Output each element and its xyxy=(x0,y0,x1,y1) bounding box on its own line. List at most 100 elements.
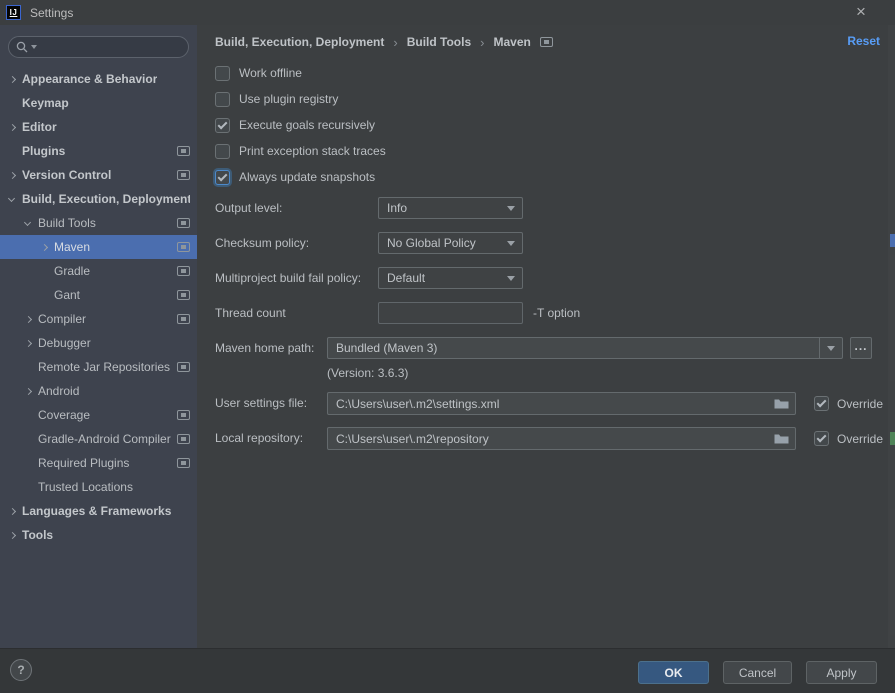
chevron-right-icon[interactable] xyxy=(25,313,38,325)
folder-icon[interactable] xyxy=(774,398,789,409)
checkbox-row-print-exception-stack-traces: Print exception stack traces xyxy=(215,141,386,161)
sidebar-item-remote-jar-repositories[interactable]: Remote Jar Repositories xyxy=(0,355,197,379)
sidebar-item-tools[interactable]: Tools xyxy=(0,523,197,547)
always-update-snapshots-checkbox[interactable] xyxy=(215,170,230,185)
checkbox-label: Print exception stack traces xyxy=(239,144,386,158)
output-level-select[interactable]: Info xyxy=(378,197,523,219)
breadcrumb: Build, Execution, Deployment › Build Too… xyxy=(215,32,553,52)
scrollbar-track[interactable] xyxy=(888,25,895,648)
maven-home-path-row: Maven home path: Bundled (Maven 3) ... xyxy=(197,337,895,360)
checksum-policy-label: Checksum policy: xyxy=(215,232,309,254)
sidebar-item-maven[interactable]: Maven xyxy=(0,235,197,259)
sidebar-item-gant[interactable]: Gant xyxy=(0,283,197,307)
user-settings-file-label: User settings file: xyxy=(215,392,307,414)
sidebar-item-android[interactable]: Android xyxy=(0,379,197,403)
folder-icon[interactable] xyxy=(774,433,789,444)
search-input[interactable] xyxy=(37,40,181,54)
project-settings-icon xyxy=(177,170,190,180)
multiproject-build-fail-policy-row: Multiproject build fail policy: Default xyxy=(197,267,895,290)
close-icon[interactable]: × xyxy=(851,1,871,23)
apply-button[interactable]: Apply xyxy=(806,661,877,684)
sidebar-item-appearance-behavior[interactable]: Appearance & Behavior xyxy=(0,67,197,91)
chevron-down-icon xyxy=(507,206,515,211)
sidebar-item-editor[interactable]: Editor xyxy=(0,115,197,139)
override-checkbox[interactable] xyxy=(814,431,829,446)
chevron-right-icon[interactable] xyxy=(9,529,22,541)
reset-link[interactable]: Reset xyxy=(847,34,880,48)
breadcrumb-segment[interactable]: Build Tools xyxy=(407,35,471,49)
sidebar-item-gradle[interactable]: Gradle xyxy=(0,259,197,283)
help-button[interactable]: ? xyxy=(10,659,32,681)
checksum-policy-row: Checksum policy: No Global Policy xyxy=(197,232,895,255)
chevron-right-icon[interactable] xyxy=(25,385,38,397)
breadcrumb-segment[interactable]: Maven xyxy=(493,35,530,49)
settings-sidebar: Appearance & Behavior Keymap Editor Plug… xyxy=(0,25,197,648)
checkbox-label: Work offline xyxy=(239,66,302,80)
cancel-button[interactable]: Cancel xyxy=(723,661,792,684)
chevron-right-icon[interactable] xyxy=(25,337,38,349)
project-settings-icon xyxy=(177,266,190,276)
local-repository-override: Override xyxy=(814,427,883,450)
checkbox-row-use-plugin-registry: Use plugin registry xyxy=(215,89,338,109)
sidebar-item-required-plugins[interactable]: Required Plugins xyxy=(0,451,197,475)
checkbox-label: Use plugin registry xyxy=(239,92,338,106)
project-settings-icon xyxy=(177,314,190,324)
sidebar-item-languages-frameworks[interactable]: Languages & Frameworks xyxy=(0,499,197,523)
project-settings-icon xyxy=(177,410,190,420)
chevron-right-icon[interactable] xyxy=(9,505,22,517)
chevron-right-icon[interactable] xyxy=(41,241,54,253)
thread-count-row: Thread count -T option xyxy=(197,302,895,325)
combobox-arrow-button[interactable] xyxy=(819,338,842,358)
sidebar-item-build-execution-deployment[interactable]: Build, Execution, Deployment xyxy=(0,187,197,211)
sidebar-item-debugger[interactable]: Debugger xyxy=(0,331,197,355)
sidebar-item-trusted-locations[interactable]: Trusted Locations xyxy=(0,475,197,499)
user-settings-file-input[interactable] xyxy=(327,392,796,415)
chevron-down-icon[interactable] xyxy=(9,193,22,205)
maven-version-note: (Version: 3.6.3) xyxy=(327,366,408,380)
search-icon xyxy=(16,41,29,54)
project-settings-icon xyxy=(177,458,190,468)
multiproject-build-fail-policy-select[interactable]: Default xyxy=(378,267,523,289)
execute-goals-recursively-checkbox[interactable] xyxy=(215,118,230,133)
local-repository-input[interactable] xyxy=(327,427,796,450)
sidebar-item-plugins[interactable]: Plugins xyxy=(0,139,197,163)
breadcrumb-separator: › xyxy=(480,35,484,50)
use-plugin-registry-checkbox[interactable] xyxy=(215,92,230,107)
sidebar-item-version-control[interactable]: Version Control xyxy=(0,163,197,187)
checksum-policy-select[interactable]: No Global Policy xyxy=(378,232,523,254)
sidebar-item-build-tools[interactable]: Build Tools xyxy=(0,211,197,235)
settings-content-panel: Build, Execution, Deployment › Build Too… xyxy=(197,25,895,648)
chevron-down-icon[interactable] xyxy=(25,217,38,229)
project-settings-icon xyxy=(177,362,190,372)
user-settings-file-row: User settings file: Override xyxy=(197,392,895,415)
maven-home-path-label: Maven home path: xyxy=(215,337,314,359)
project-settings-icon xyxy=(177,218,190,228)
titlebar: IJ Settings × xyxy=(0,0,895,25)
chevron-down-icon xyxy=(827,346,835,351)
ok-button[interactable]: OK xyxy=(638,661,709,684)
intellij-logo-icon: IJ xyxy=(6,5,21,20)
chevron-right-icon[interactable] xyxy=(9,73,22,85)
thread-count-input[interactable] xyxy=(378,302,523,324)
project-settings-icon xyxy=(177,434,190,444)
print-exception-stack-traces-checkbox[interactable] xyxy=(215,144,230,159)
override-checkbox[interactable] xyxy=(814,396,829,411)
sidebar-item-coverage[interactable]: Coverage xyxy=(0,403,197,427)
sidebar-item-keymap[interactable]: Keymap xyxy=(0,91,197,115)
browse-button[interactable]: ... xyxy=(850,337,872,359)
breadcrumb-segment[interactable]: Build, Execution, Deployment xyxy=(215,35,384,49)
chevron-right-icon[interactable] xyxy=(9,121,22,133)
checkbox-label: Always update snapshots xyxy=(239,170,375,184)
settings-tree: Appearance & Behavior Keymap Editor Plug… xyxy=(0,67,197,547)
work-offline-checkbox[interactable] xyxy=(215,66,230,81)
sidebar-item-compiler[interactable]: Compiler xyxy=(0,307,197,331)
scrollbar-modified-mark xyxy=(890,432,895,445)
chevron-right-icon[interactable] xyxy=(9,169,22,181)
output-level-label: Output level: xyxy=(215,197,282,219)
maven-home-combobox[interactable]: Bundled (Maven 3) xyxy=(327,337,843,359)
project-settings-icon xyxy=(177,242,190,252)
local-repository-label: Local repository: xyxy=(215,427,303,449)
sidebar-item-gradle-android-compiler[interactable]: Gradle-Android Compiler xyxy=(0,427,197,451)
scrollbar-selection-mark xyxy=(890,234,895,247)
settings-search-box[interactable] xyxy=(8,36,189,58)
